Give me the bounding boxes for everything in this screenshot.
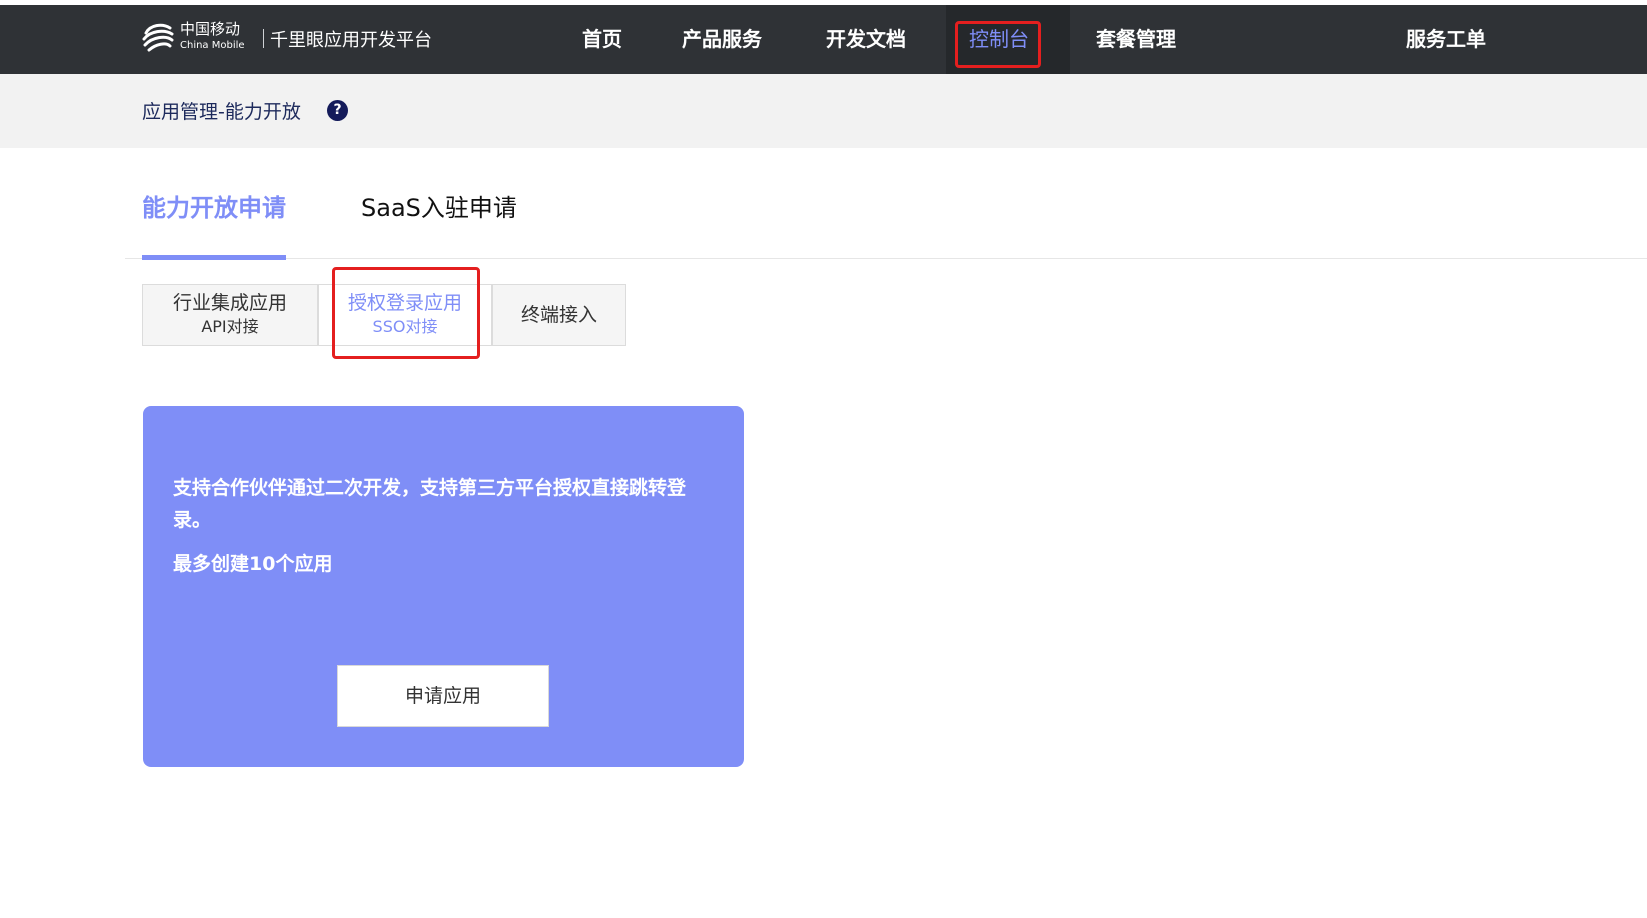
card-description: 支持合作伙伴通过二次开发，支持第三方平台授权直接跳转登录。 — [173, 477, 687, 531]
china-mobile-logo-icon[interactable] — [140, 19, 176, 55]
tab-divider — [125, 258, 1647, 259]
subtab-subtitle: API对接 — [201, 317, 259, 336]
sso-app-card: 支持合作伙伴通过二次开发，支持第三方平台授权直接跳转登录。 最多创建10个应用 … — [143, 406, 744, 767]
subtab-terminal-access[interactable]: 终端接入 — [492, 284, 626, 346]
active-tab-underline — [142, 255, 286, 260]
brand-name-en: China Mobile — [180, 40, 245, 51]
subtab-title: 终端接入 — [520, 304, 597, 326]
subtab-highlight-box — [332, 267, 480, 359]
nav-plans[interactable]: 套餐管理 — [1096, 5, 1176, 74]
brand-divider — [263, 29, 264, 48]
subtab-title: 行业集成应用 — [172, 292, 287, 314]
platform-name[interactable]: 千里眼应用开发平台 — [270, 30, 432, 52]
apply-app-button[interactable]: 申请应用 — [337, 665, 549, 727]
brand-name-cn: 中国移动 — [180, 20, 241, 38]
nav-home[interactable]: 首页 — [582, 5, 622, 74]
tab-capability-open[interactable]: 能力开放申请 — [142, 188, 286, 223]
nav-products[interactable]: 产品服务 — [682, 5, 762, 74]
nav-tickets[interactable]: 服务工单 — [1406, 5, 1486, 74]
nav-docs[interactable]: 开发文档 — [826, 5, 906, 74]
tab-saas-entry[interactable]: SaaS入驻申请 — [361, 188, 517, 223]
breadcrumb: 应用管理-能力开放 — [142, 101, 301, 123]
question-circle-icon[interactable]: ? — [327, 100, 348, 121]
console-highlight-box — [955, 21, 1041, 68]
card-limit: 最多创建10个应用 — [173, 553, 333, 575]
subtab-industry-integration[interactable]: 行业集成应用 API对接 — [142, 284, 318, 346]
top-navbar — [0, 5, 1647, 74]
